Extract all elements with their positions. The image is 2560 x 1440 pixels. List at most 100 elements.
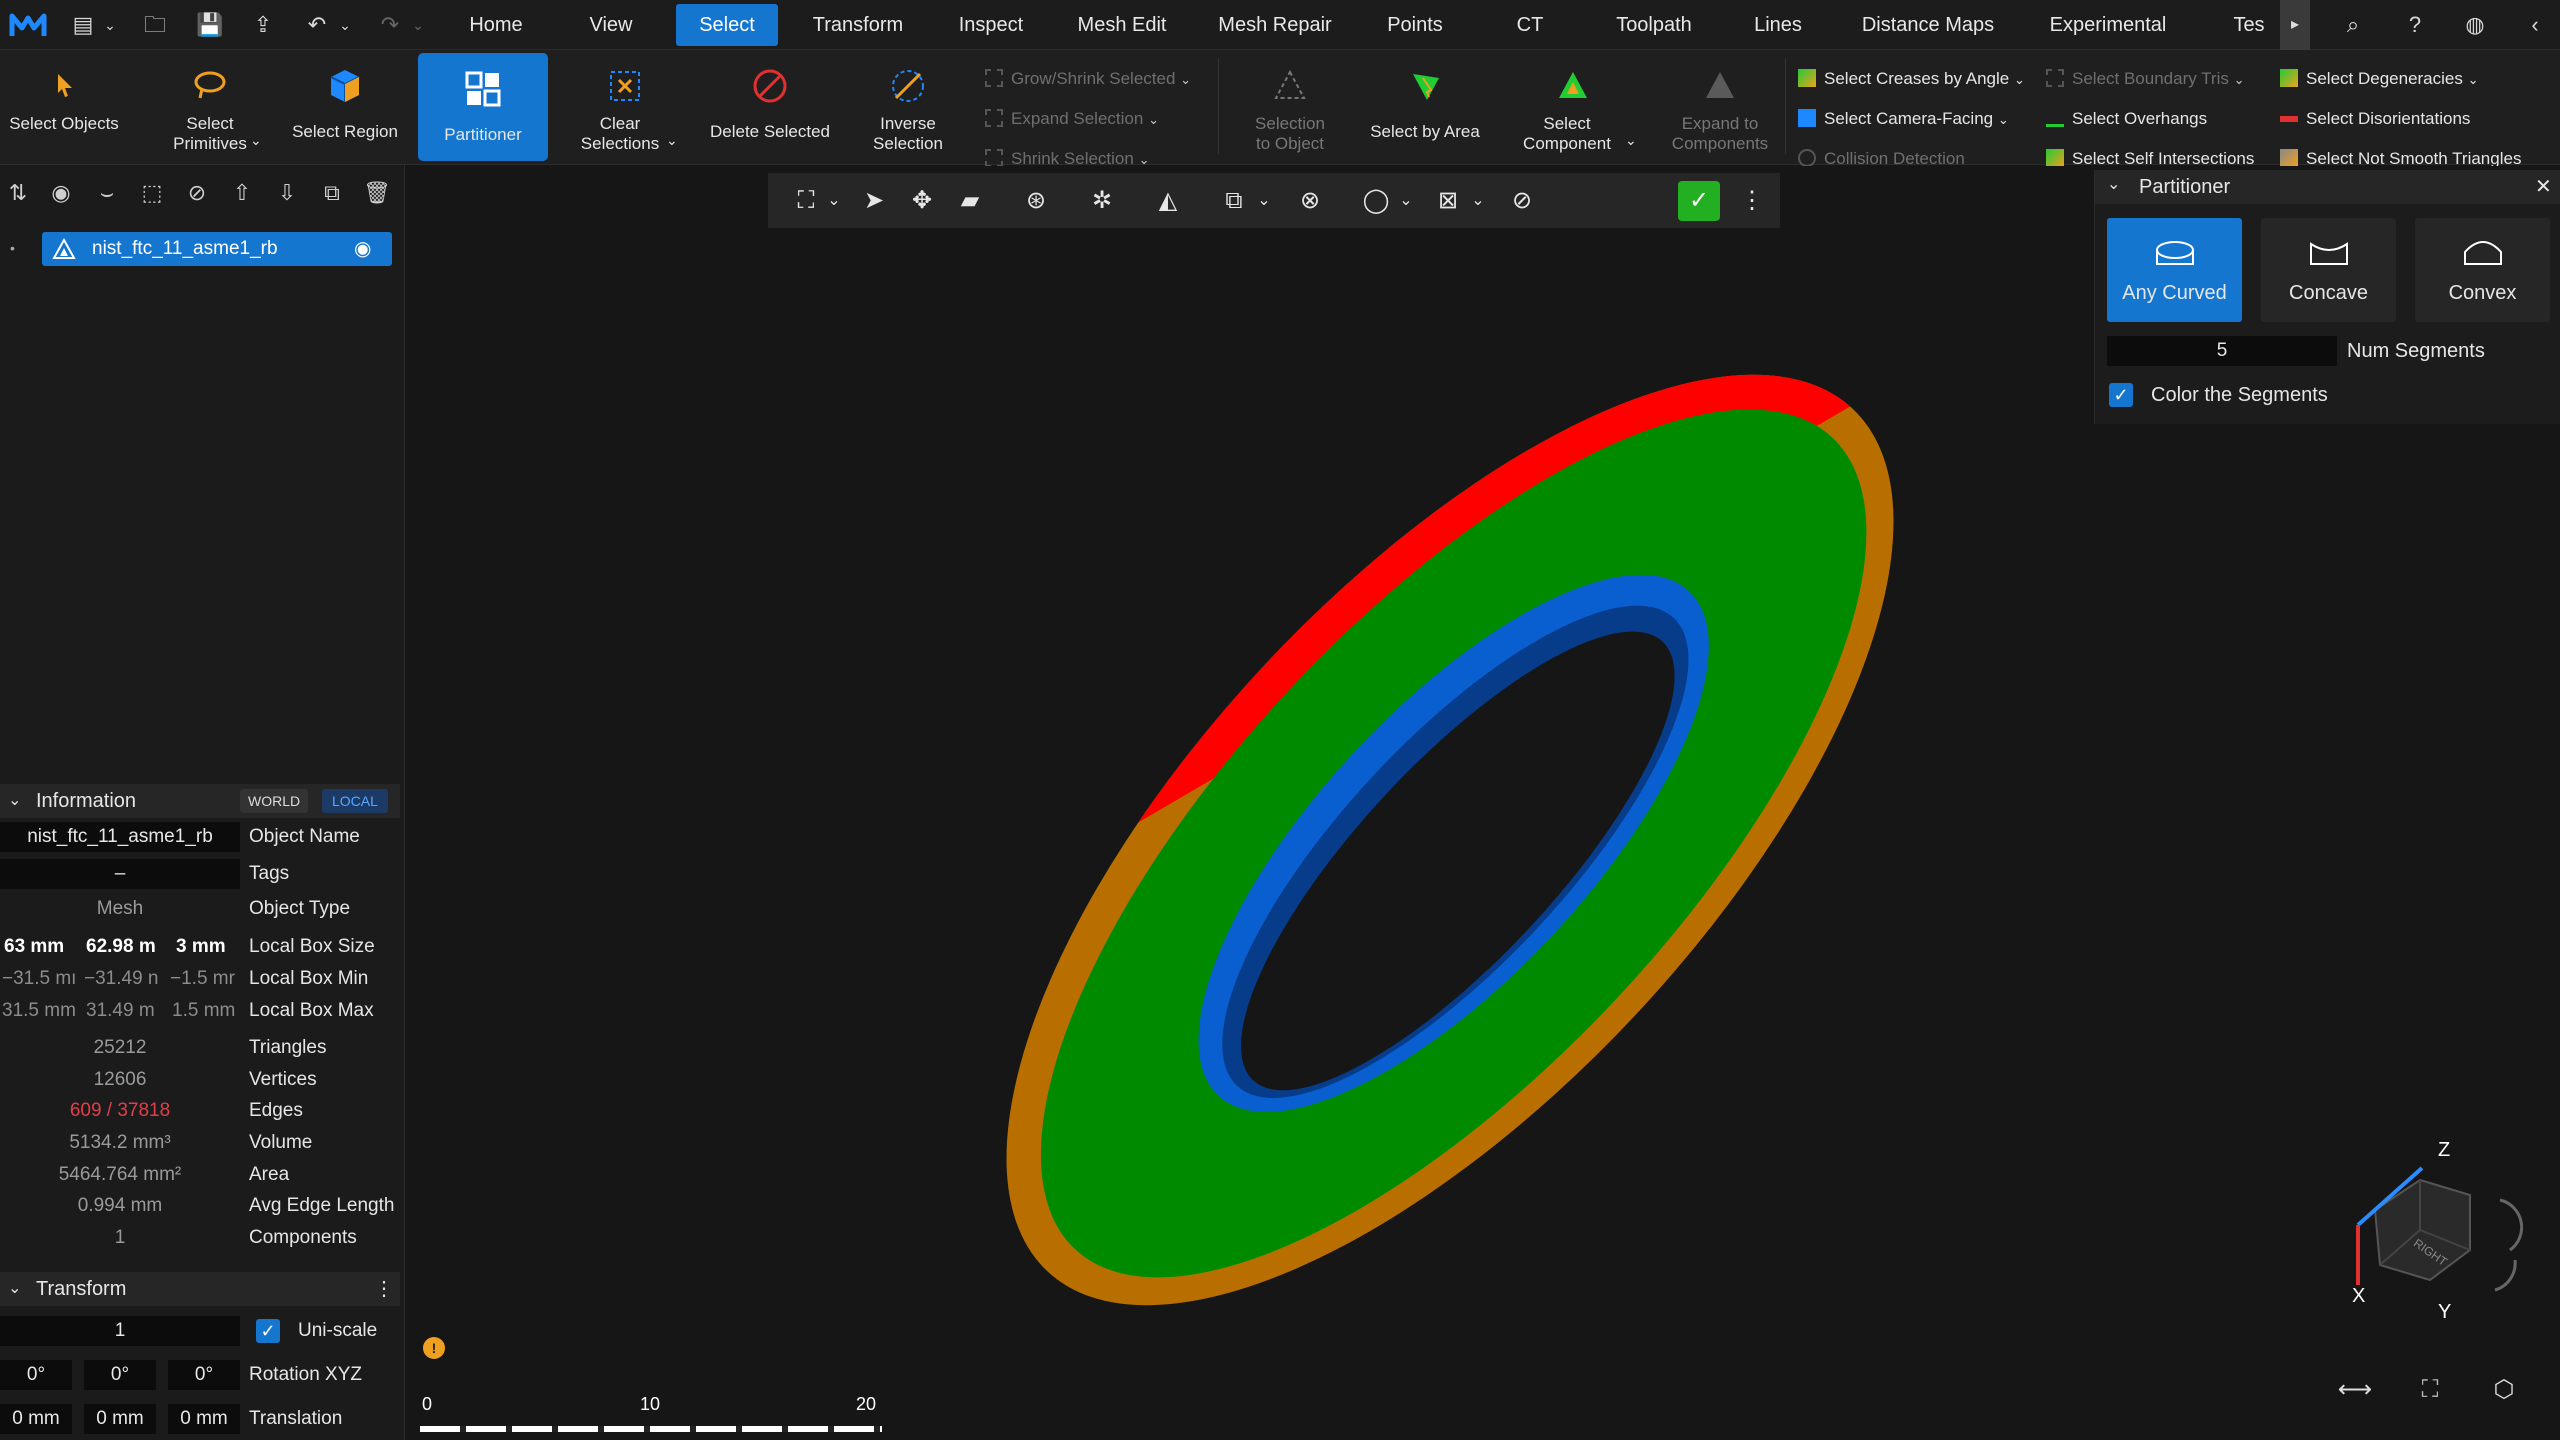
mode-convex-button[interactable]: Convex xyxy=(2415,218,2550,322)
tab-lines[interactable]: Lines xyxy=(1745,0,1811,50)
transform-header[interactable]: ⌄ Transform ⋮ xyxy=(0,1272,400,1306)
measure-icon[interactable]: ⟷ xyxy=(2337,1372,2373,1408)
world-toggle[interactable]: WORLD xyxy=(240,789,309,813)
select-objects-button[interactable]: Select Objects xyxy=(0,50,128,162)
select-by-area-button[interactable]: Select by Area xyxy=(1360,50,1490,162)
save-icon[interactable]: 💾 xyxy=(195,10,225,40)
trash-icon[interactable]: 🗑 xyxy=(362,178,392,208)
local-toggle[interactable]: LOCAL xyxy=(322,789,388,813)
orbit-icon[interactable]: ⊛ xyxy=(1018,183,1054,219)
object-mode-icon[interactable]: ◭ xyxy=(1150,183,1186,219)
select-overhangs-button[interactable]: Select Overhangs xyxy=(2046,104,2207,134)
select-boundary-tris-button[interactable]: Select Boundary Tris ⌄ xyxy=(2046,64,2245,94)
select-component-button[interactable]: Select Component ⌄ xyxy=(1505,50,1640,162)
rotation-y-field[interactable]: 0° xyxy=(84,1360,156,1390)
rotate-down-icon[interactable] xyxy=(2494,1259,2517,1292)
translation-x-field[interactable]: 0 mm xyxy=(0,1404,72,1434)
hide-icon[interactable]: ⊗ xyxy=(1292,183,1328,219)
search-icon[interactable]: ⌕ xyxy=(2338,10,2368,40)
move-icon[interactable]: ✥ xyxy=(904,183,940,219)
tab-experimental[interactable]: Experimental xyxy=(2036,0,2180,50)
rotation-x-field[interactable]: 0° xyxy=(0,1360,72,1390)
paint-select-icon[interactable]: ▰ xyxy=(952,183,988,219)
visibility-eye-icon[interactable]: ◉ xyxy=(354,232,371,266)
select-all-icon[interactable]: ⬚ xyxy=(137,178,167,208)
rotate-right-icon[interactable] xyxy=(2499,1198,2524,1252)
tab-mesh-repair[interactable]: Mesh Repair xyxy=(1210,0,1340,50)
tab-home[interactable]: Home xyxy=(455,0,537,50)
tabs-scroll-button[interactable]: ▸ xyxy=(2280,0,2310,50)
chevron-down-icon[interactable]: ⌄ xyxy=(816,183,852,219)
selection-to-object-button[interactable]: Selection to Object xyxy=(1235,50,1345,162)
sort-icon[interactable]: ⇅ xyxy=(3,178,33,208)
view-cube-icon[interactable]: ⬡ xyxy=(2486,1372,2522,1408)
select-degeneracies-button[interactable]: Select Degeneracies ⌄ xyxy=(2280,64,2479,94)
tab-mesh-edit[interactable]: Mesh Edit xyxy=(1066,0,1178,50)
expand-selection-button[interactable]: Expand Selection ⌄ xyxy=(985,104,1159,134)
close-icon[interactable]: ✕ xyxy=(2535,170,2552,204)
select-camera-facing-button[interactable]: Select Camera-Facing ⌄ xyxy=(1798,104,2009,134)
tab-view[interactable]: View xyxy=(575,0,647,50)
select-disorientations-button[interactable]: Select Disorientations xyxy=(2280,104,2470,134)
redo-icon[interactable]: ↷ xyxy=(375,10,405,40)
open-folder-icon[interactable]: 🗀 xyxy=(140,10,170,40)
move-down-icon[interactable]: ⇩ xyxy=(272,178,302,208)
deselect-icon[interactable]: ⊘ xyxy=(182,178,212,208)
information-header[interactable]: ⌄ Information WORLD LOCAL xyxy=(0,784,400,818)
eye-icon[interactable]: ◉ xyxy=(46,178,76,208)
tab-toolpath[interactable]: Toolpath xyxy=(1600,0,1708,50)
clear-selections-button[interactable]: Clear Selections ⌄ xyxy=(570,50,680,162)
chevron-down-icon[interactable]: ⌄ xyxy=(95,10,125,40)
new-file-icon[interactable]: ▤ xyxy=(68,10,98,40)
navigation-cube[interactable]: Z X Y RIGHT xyxy=(2320,1140,2540,1320)
tab-distance-maps[interactable]: Distance Maps xyxy=(1850,0,2006,50)
redo-dropdown-icon[interactable]: ⌄ xyxy=(403,10,433,40)
collapse-panel-icon[interactable]: ‹ xyxy=(2520,10,2550,40)
partitioner-header[interactable]: ⌄ Partitioner ✕ xyxy=(2095,170,2560,204)
tab-ct[interactable]: CT xyxy=(1505,0,1555,50)
partitioner-button[interactable]: Partitioner xyxy=(418,53,548,161)
tab-points[interactable]: Points xyxy=(1370,0,1460,50)
tab-select[interactable]: Select xyxy=(676,4,778,46)
chevron-down-icon[interactable]: ⌄ xyxy=(1460,183,1496,219)
tab-tes[interactable]: Tes xyxy=(2226,0,2272,50)
chevron-down-icon[interactable]: ⌄ xyxy=(1246,183,1282,219)
tab-transform[interactable]: Transform xyxy=(800,0,916,50)
scale-field[interactable]: 1 xyxy=(0,1316,240,1346)
export-icon[interactable]: ⇪ xyxy=(248,10,278,40)
undo-icon[interactable]: ↶ xyxy=(302,10,332,40)
grow-shrink-button[interactable]: Grow/Shrink Selected ⌄ xyxy=(985,64,1191,94)
pointer-icon[interactable]: ➤ xyxy=(856,183,892,219)
chevron-down-icon[interactable]: ⌄ xyxy=(1388,183,1424,219)
move-up-icon[interactable]: ⇧ xyxy=(227,178,257,208)
more-options-icon[interactable]: ⋮ xyxy=(1734,183,1770,219)
undo-dropdown-icon[interactable]: ⌄ xyxy=(330,10,360,40)
transform-gizmo-icon[interactable]: ✲ xyxy=(1084,183,1120,219)
expand-to-components-button[interactable]: Expand to Components xyxy=(1660,50,1780,162)
tab-inspect[interactable]: Inspect xyxy=(946,0,1036,50)
app-logo[interactable] xyxy=(8,10,48,40)
check-toggle-icon[interactable]: ✓ xyxy=(1678,181,1720,221)
color-segments-checkbox[interactable]: ✓ xyxy=(2109,383,2133,407)
delete-selected-button[interactable]: Delete Selected xyxy=(700,50,840,162)
help-icon[interactable]: ? xyxy=(2400,10,2430,40)
mode-any-curved-button[interactable]: Any Curved xyxy=(2107,218,2242,322)
mode-concave-button[interactable]: Concave xyxy=(2261,218,2396,322)
mesh-model[interactable] xyxy=(880,240,2020,1440)
fit-icon[interactable]: ⛶ xyxy=(2412,1372,2448,1408)
select-creases-button[interactable]: Select Creases by Angle ⌄ xyxy=(1798,64,2025,94)
globe-icon[interactable]: ◍ xyxy=(2460,10,2490,40)
notification-icon[interactable]: ! xyxy=(423,1337,445,1359)
backface-icon[interactable]: ⊘ xyxy=(1504,183,1540,219)
inverse-selection-button[interactable]: Inverse Selection xyxy=(858,50,958,162)
tree-item-object[interactable]: nist_ftc_11_asme1_rb ◉ xyxy=(42,232,392,266)
eye-closed-icon[interactable]: ⌣ xyxy=(92,178,122,208)
translation-z-field[interactable]: 0 mm xyxy=(168,1404,240,1434)
rotation-z-field[interactable]: 0° xyxy=(168,1360,240,1390)
uniscale-checkbox[interactable]: ✓ xyxy=(256,1319,280,1343)
select-primitives-button[interactable]: Select Primitives ⌄ xyxy=(150,50,270,162)
num-segments-input[interactable]: 5 xyxy=(2107,336,2337,366)
duplicate-icon[interactable]: ⧉ xyxy=(317,178,347,208)
select-region-button[interactable]: Select Region xyxy=(285,50,405,162)
translation-y-field[interactable]: 0 mm xyxy=(84,1404,156,1434)
